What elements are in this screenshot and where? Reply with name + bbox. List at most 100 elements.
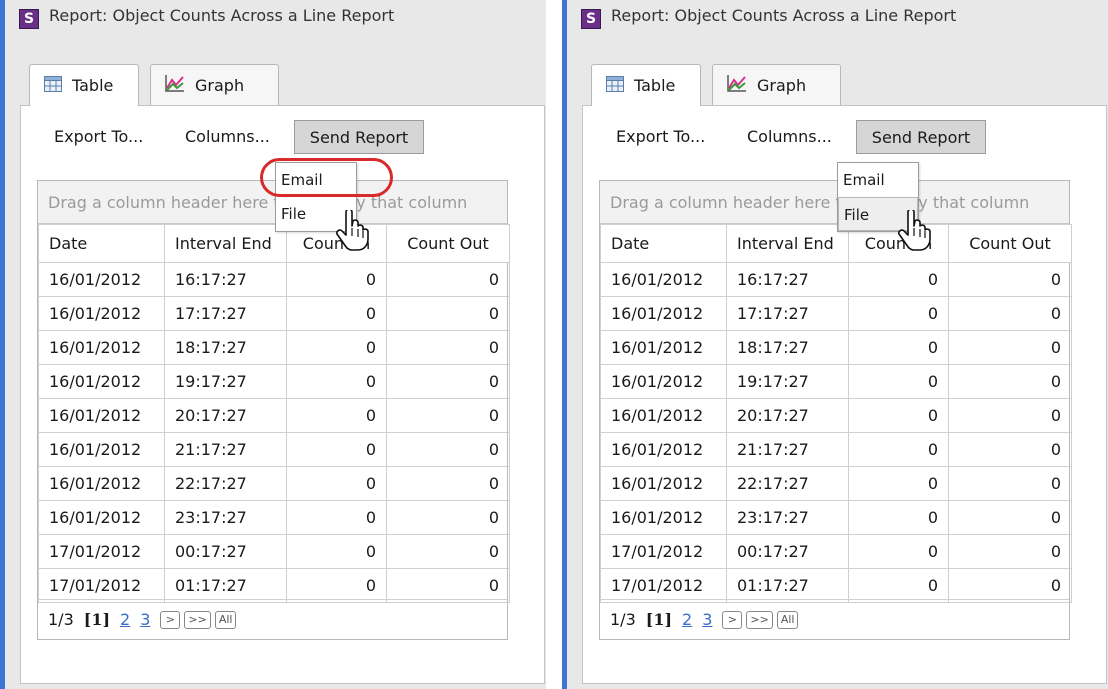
table-row[interactable]: 16/01/2012 20:17:27 0 0: [600, 398, 1072, 433]
table-row[interactable]: 16/01/2012 21:17:27 0 0: [600, 432, 1072, 467]
app-logo-icon: S: [581, 9, 601, 29]
column-header-count-out[interactable]: Count Out: [386, 224, 510, 263]
cell-count-out: 0: [386, 398, 510, 433]
next-page-button[interactable]: >: [160, 610, 181, 629]
show-all-button[interactable]: All: [776, 610, 799, 629]
table-row[interactable]: 16/01/2012 23:17:27 0 0: [38, 500, 510, 535]
table-row[interactable]: 16/01/2012 19:17:27 0 0: [600, 364, 1072, 399]
cell-date: 16/01/2012: [600, 432, 727, 467]
cell-count-in: 0: [848, 262, 949, 297]
cell-count-out: 0: [386, 364, 510, 399]
column-header-interval-end[interactable]: Interval End: [726, 224, 849, 263]
current-page: [1]: [83, 610, 111, 629]
page-link-2[interactable]: 2: [120, 610, 130, 629]
report-grid: Drag a column header here to group by th…: [37, 180, 510, 640]
cell-count-in: 0: [848, 432, 949, 467]
current-page: [1]: [645, 610, 673, 629]
cell-interval-end: 18:17:27: [726, 330, 849, 365]
tab-graph[interactable]: Graph: [712, 64, 841, 105]
tab-table[interactable]: Table: [591, 64, 701, 106]
cell-count-in: 0: [286, 432, 387, 467]
table-row[interactable]: 17/01/2012 01:17:27 0 0: [38, 568, 510, 603]
cell-date: 16/01/2012: [600, 262, 727, 297]
table-row[interactable]: 16/01/2012 21:17:27 0 0: [38, 432, 510, 467]
title-bar[interactable]: S Report: Object Counts Across a Line Re…: [5, 0, 546, 34]
page-link-3[interactable]: 3: [140, 610, 150, 629]
export-to-button[interactable]: Export To...: [54, 120, 143, 154]
cell-date: 16/01/2012: [600, 500, 727, 535]
app-logo-icon: S: [19, 9, 39, 29]
last-page-button[interactable]: >>: [746, 610, 773, 629]
cell-count-in: 0: [848, 330, 949, 365]
pager: 1/3 [1] 2 3 > >> All: [38, 599, 507, 639]
cell-date: 17/01/2012: [600, 568, 727, 603]
table-row[interactable]: 16/01/2012 17:17:27 0 0: [38, 296, 510, 331]
cell-count-in: 0: [848, 364, 949, 399]
title-bar[interactable]: S Report: Object Counts Across a Line Re…: [567, 0, 1108, 34]
cell-date: 16/01/2012: [600, 296, 727, 331]
cell-count-out: 0: [386, 262, 510, 297]
cell-date: 16/01/2012: [38, 330, 165, 365]
table-row[interactable]: 16/01/2012 18:17:27 0 0: [600, 330, 1072, 365]
cell-date: 16/01/2012: [600, 398, 727, 433]
tab-table[interactable]: Table: [29, 64, 139, 106]
table-row[interactable]: 16/01/2012 17:17:27 0 0: [600, 296, 1072, 331]
table-row[interactable]: 16/01/2012 16:17:27 0 0: [38, 262, 510, 297]
column-header-count-out[interactable]: Count Out: [948, 224, 1072, 263]
cell-date: 16/01/2012: [38, 296, 165, 331]
cell-count-in: 0: [848, 398, 949, 433]
hand-cursor-icon: [898, 208, 932, 252]
cell-interval-end: 16:17:27: [164, 262, 287, 297]
cell-date: 17/01/2012: [38, 568, 165, 603]
column-header-interval-end[interactable]: Interval End: [164, 224, 287, 263]
last-page-button[interactable]: >>: [184, 610, 211, 629]
show-all-button[interactable]: All: [214, 610, 237, 629]
cell-count-out: 0: [948, 466, 1072, 501]
cell-date: 17/01/2012: [38, 534, 165, 569]
tab-graph[interactable]: Graph: [150, 64, 279, 105]
cell-count-in: 0: [848, 296, 949, 331]
cell-count-out: 0: [948, 534, 1072, 569]
table-row[interactable]: 17/01/2012 01:17:27 0 0: [600, 568, 1072, 603]
cell-count-out: 0: [948, 364, 1072, 399]
columns-button[interactable]: Columns...: [747, 120, 832, 154]
next-page-button[interactable]: >: [722, 610, 743, 629]
table-view: Export To... Columns... Send Report Drag…: [20, 105, 545, 684]
menu-item-email[interactable]: Email: [838, 163, 918, 197]
table-row[interactable]: 16/01/2012 19:17:27 0 0: [38, 364, 510, 399]
cell-date: 16/01/2012: [38, 432, 165, 467]
table-row[interactable]: 17/01/2012 00:17:27 0 0: [600, 534, 1072, 569]
export-to-button[interactable]: Export To...: [616, 120, 705, 154]
send-report-button[interactable]: Send Report: [856, 120, 986, 154]
report-grid: Drag a column header here to group by th…: [599, 180, 1072, 640]
table-row[interactable]: 16/01/2012 22:17:27 0 0: [38, 466, 510, 501]
tab-table-label: Table: [634, 76, 676, 95]
cell-interval-end: 20:17:27: [164, 398, 287, 433]
group-by-drop-area[interactable]: Drag a column header here to group by th…: [600, 181, 1069, 224]
tab-table-label: Table: [72, 76, 114, 95]
cell-count-out: 0: [948, 500, 1072, 535]
cell-interval-end: 19:17:27: [726, 364, 849, 399]
cell-interval-end: 16:17:27: [726, 262, 849, 297]
table-row[interactable]: 17/01/2012 00:17:27 0 0: [38, 534, 510, 569]
cell-count-out: 0: [386, 330, 510, 365]
columns-button[interactable]: Columns...: [185, 120, 270, 154]
page-summary: 1/3: [48, 610, 74, 629]
page-summary: 1/3: [610, 610, 636, 629]
cell-count-out: 0: [948, 262, 1072, 297]
cell-count-in: 0: [286, 262, 387, 297]
table-row[interactable]: 16/01/2012 18:17:27 0 0: [38, 330, 510, 365]
table-row[interactable]: 16/01/2012 16:17:27 0 0: [600, 262, 1072, 297]
page-link-2[interactable]: 2: [682, 610, 692, 629]
send-report-button[interactable]: Send Report: [294, 120, 424, 154]
tab-graph-label: Graph: [757, 75, 807, 95]
cell-count-in: 0: [286, 296, 387, 331]
cell-date: 16/01/2012: [38, 262, 165, 297]
table-row[interactable]: 16/01/2012 22:17:27 0 0: [600, 466, 1072, 501]
table-row[interactable]: 16/01/2012 20:17:27 0 0: [38, 398, 510, 433]
column-header-date[interactable]: Date: [38, 224, 165, 263]
table-row[interactable]: 16/01/2012 23:17:27 0 0: [600, 500, 1072, 535]
page-link-3[interactable]: 3: [702, 610, 712, 629]
column-header-date[interactable]: Date: [600, 224, 727, 263]
tab-graph-label: Graph: [195, 75, 245, 95]
